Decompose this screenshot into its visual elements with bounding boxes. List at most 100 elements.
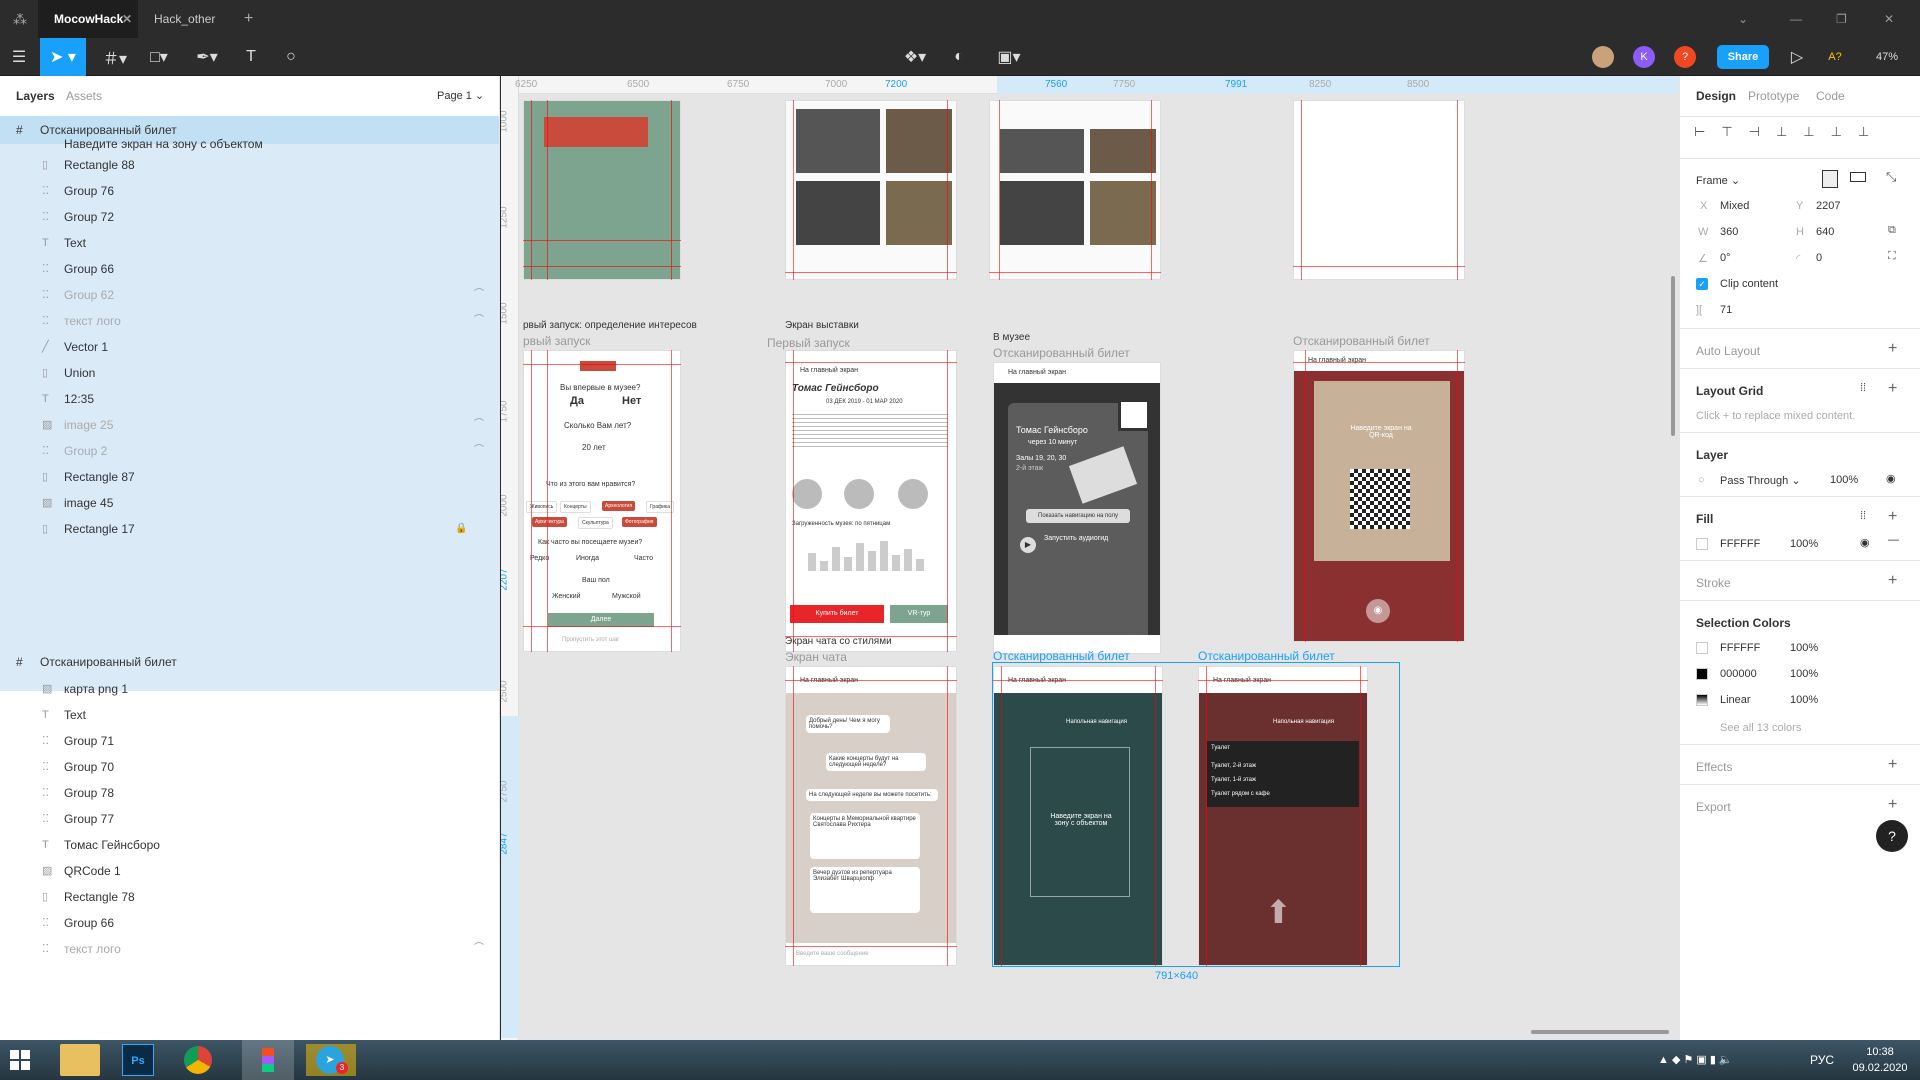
fill-opacity[interactable]: 100% [1790, 538, 1818, 550]
see-all-colors-link[interactable]: See all 13 colors [1720, 722, 1801, 734]
eye-icon[interactable]: ◉ [1860, 536, 1870, 549]
add-auto-layout-icon[interactable]: + [1888, 340, 1897, 358]
shape-tool-icon[interactable]: □▾ [140, 38, 178, 76]
layer-item[interactable]: ▨ image 45 [0, 490, 499, 516]
horizontal-scrollbar[interactable] [1531, 1030, 1669, 1034]
back-link[interactable]: На главный экран [800, 367, 858, 374]
survey-f2[interactable]: Иногда [576, 555, 599, 562]
layer-frame[interactable]: # Отсканированный билет [0, 646, 499, 678]
color-value[interactable]: 000000 [1720, 668, 1757, 680]
hidden-eye-icon[interactable]: ⌒ [474, 936, 484, 962]
figma-menu-icon[interactable]: ⁂ [10, 0, 30, 38]
avatar[interactable]: K [1633, 46, 1655, 68]
fill-swatch[interactable] [1696, 538, 1708, 550]
add-effect-icon[interactable]: + [1888, 756, 1897, 774]
layer-item[interactable]: ⁚⁚ Group 78 [0, 780, 499, 806]
layer-item[interactable]: Наведите экран на зону с объектом [0, 136, 499, 152]
survey-no[interactable]: Нет [622, 395, 641, 407]
tab-code[interactable]: Code [1816, 89, 1845, 103]
layer-item[interactable]: ▯ Rectangle 17 🔒 [0, 516, 499, 542]
w-field[interactable]: 360 [1720, 226, 1738, 238]
layer-item[interactable]: ⁚⁚ Group 76 [0, 178, 499, 204]
align-tools[interactable]: ⊢⊤⊣⊥⊥⊥⊥ [1694, 124, 1914, 148]
color-swatch[interactable] [1696, 642, 1708, 654]
survey-g1[interactable]: Женский [552, 593, 581, 600]
concert-card[interactable]: Вечер дуэтов из репертуара Элизабет Швар… [810, 867, 920, 913]
dropdown-option[interactable]: Туалет, 1-й этаж [1211, 777, 1256, 783]
tab-hack-other[interactable]: Hack_other [140, 0, 240, 38]
independent-corners-icon[interactable]: ⛶ [1888, 250, 1896, 263]
add-fill-icon[interactable]: + [1888, 508, 1897, 526]
color-opacity[interactable]: 100% [1790, 668, 1818, 680]
interest-tag[interactable]: Скульптура [578, 517, 613, 529]
frame-chat[interactable]: На главный экран Добрый день! Чем я могу… [785, 666, 957, 966]
remove-fill-icon[interactable]: — [1888, 534, 1899, 546]
layer-item[interactable]: T Text [0, 230, 499, 256]
vertical-scrollbar[interactable] [1671, 276, 1675, 436]
component-icon[interactable]: ❖▾ [896, 38, 934, 76]
zoom-level[interactable]: 47% [1862, 38, 1912, 76]
constrain-icon[interactable]: ⧉ [1888, 224, 1896, 237]
chevron-down-icon[interactable]: ⌄ [1738, 0, 1748, 38]
interest-tag[interactable]: Археология [602, 501, 636, 511]
interest-tag[interactable]: Графика [646, 501, 674, 513]
survey-next-button[interactable]: Далее [548, 613, 654, 627]
text-tool-icon[interactable]: T [232, 38, 270, 76]
h-field[interactable]: 640 [1816, 226, 1834, 238]
layer-item[interactable]: T Томас Гейнсборо [0, 832, 499, 858]
hidden-eye-icon[interactable]: ⌒ [474, 282, 484, 308]
layer-item[interactable]: ⁚⁚ текст лого ⌒ [0, 308, 499, 334]
layer-item[interactable]: ▯ Union [0, 360, 499, 386]
frame-ar-nav[interactable]: На главный экран Напольная навигация Туа… [1198, 666, 1368, 966]
layer-item[interactable]: ▯ Rectangle 78 [0, 884, 499, 910]
survey-f3[interactable]: Часто [634, 555, 653, 562]
eye-icon[interactable]: ◉ [1886, 472, 1896, 485]
frame-catalog-1[interactable] [785, 100, 957, 280]
frame-scan-qr[interactable]: На главный экран Наведите экран на QR-ко… [1293, 350, 1465, 642]
tab-layers[interactable]: Layers [16, 89, 55, 103]
hidden-eye-icon[interactable]: ⌒ [474, 438, 484, 464]
spacing-field[interactable]: 71 [1720, 304, 1732, 316]
layer-item[interactable]: ▯ Rectangle 88 [0, 152, 499, 178]
dropdown-option[interactable]: Туалет, 2-й этаж [1211, 763, 1256, 769]
x-field[interactable]: Mixed [1720, 200, 1749, 212]
y-field[interactable]: 2207 [1816, 200, 1840, 212]
layer-item[interactable]: ▨ QRCode 1 [0, 858, 499, 884]
camera-icon[interactable]: ◉ [1366, 599, 1390, 623]
color-value[interactable]: Linear [1720, 694, 1751, 706]
layer-item[interactable]: ▨ карта png 1 [0, 676, 499, 702]
clip-checkbox[interactable]: ✓ [1696, 278, 1708, 290]
layer-item[interactable]: T Text [0, 702, 499, 728]
tray-icons[interactable]: ▲ ◆ ⚑ ▣ ▮ 🔈 [1658, 1040, 1733, 1080]
frame-tool-icon[interactable]: ＃▾ [96, 38, 134, 76]
layer-item[interactable]: ⁚⁚ Group 66 [0, 910, 499, 936]
color-value[interactable]: FFFFFF [1720, 642, 1760, 654]
layer-item[interactable]: T 12:35 [0, 386, 499, 412]
maximize-icon[interactable]: ❐ [1836, 0, 1847, 38]
interest-tag[interactable]: Фотография [622, 517, 657, 527]
fill-styles-icon[interactable]: ⁞⁞ [1860, 510, 1866, 522]
color-opacity[interactable]: 100% [1790, 694, 1818, 706]
tab-prototype[interactable]: Prototype [1748, 89, 1799, 103]
missing-fonts-icon[interactable]: A? [1816, 38, 1854, 76]
move-tool-icon[interactable]: ➤ ▾ [40, 38, 86, 76]
close-icon[interactable]: ✕ [122, 0, 132, 38]
concert-card[interactable]: Концерты в Мемориальной квартире Святосл… [810, 813, 920, 859]
back-link[interactable]: На главный экран [1008, 369, 1066, 376]
buy-button[interactable]: Купить билет [790, 605, 884, 623]
fill-hex[interactable]: FFFFFF [1720, 538, 1760, 550]
new-tab-button[interactable]: + [244, 0, 264, 38]
chrome-icon[interactable] [184, 1046, 212, 1074]
color-opacity[interactable]: 100% [1790, 642, 1818, 654]
frame-blank[interactable] [1293, 100, 1465, 280]
hidden-eye-icon[interactable]: ⌒ [474, 308, 484, 334]
layer-item[interactable]: ⁚⁚ Group 71 [0, 728, 499, 754]
hidden-eye-icon[interactable]: ⌒ [474, 412, 484, 438]
survey-yes[interactable]: Да [570, 395, 584, 407]
frame-exhibit[interactable]: На главный экран Томас Гейнсборо 03 ДЕК … [785, 350, 957, 652]
rotation-field[interactable]: 0° [1720, 252, 1731, 264]
avatar[interactable] [1592, 46, 1614, 68]
survey-age[interactable]: 20 лет [582, 443, 606, 452]
interest-tag[interactable]: Архитектура [532, 517, 567, 527]
layer-item[interactable]: ⁚⁚ Group 2 ⌒ [0, 438, 499, 464]
